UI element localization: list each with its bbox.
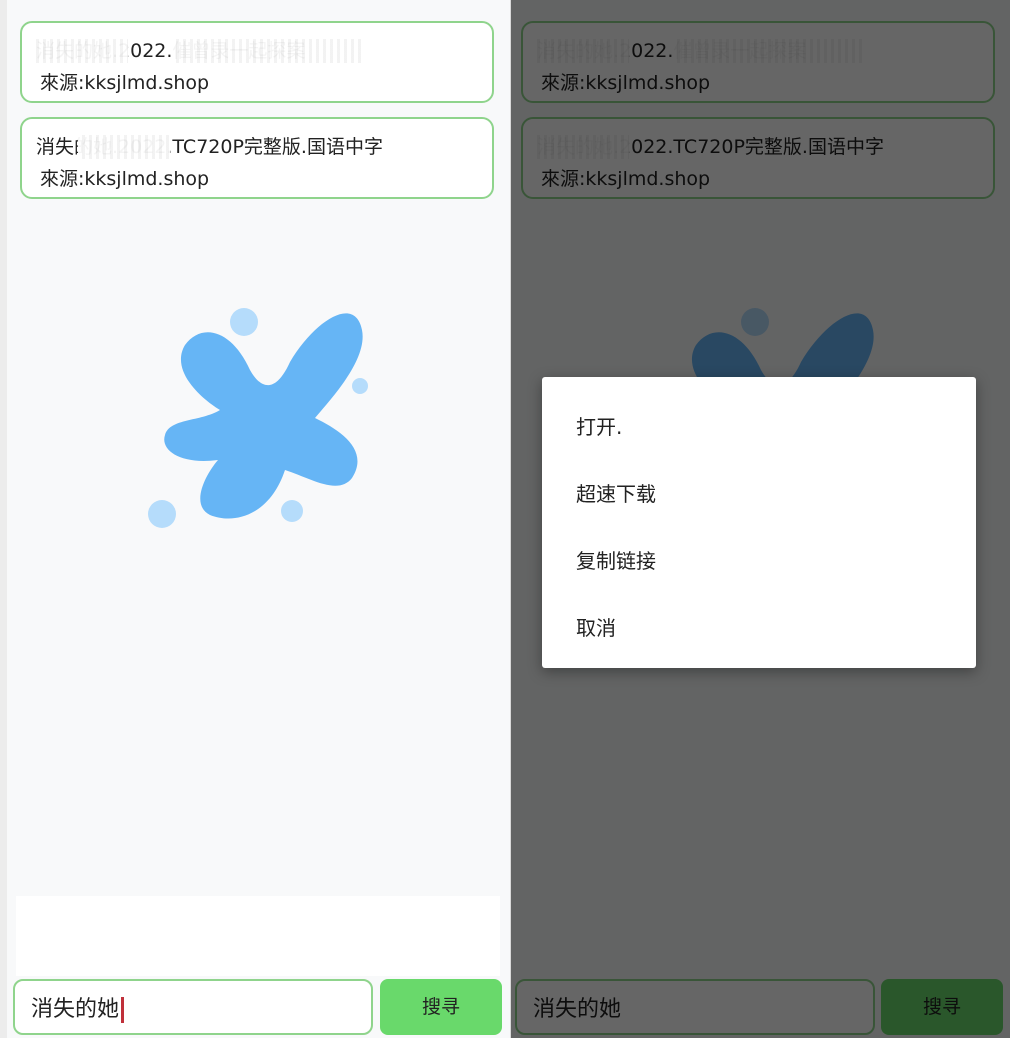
left-screen: 消失的她.2022.催曾录一起探案 來源:kksjlmd.shop 消失的她.2… [0, 0, 510, 1038]
menu-item-cancel[interactable]: 取消 [576, 612, 616, 641]
search-button[interactable]: 搜寻 [380, 979, 502, 1035]
search-input[interactable]: 消失的她 [13, 979, 373, 1035]
redaction-mask [32, 39, 128, 63]
context-menu: 打开. 超速下载 复制链接 取消 [542, 377, 976, 668]
splash-logo-icon [148, 308, 368, 528]
menu-item-fast-download[interactable]: 超速下载 [576, 478, 656, 507]
search-input-value: 消失的她 [31, 997, 120, 1022]
menu-item-copy-link[interactable]: 复制链接 [576, 545, 656, 574]
result-card-1[interactable]: 消失的她.2022.催曾录一起探案 來源:kksjlmd.shop [20, 21, 494, 103]
result-source: 來源:kksjlmd.shop [40, 168, 210, 190]
screen-edge [0, 0, 7, 1038]
right-screen: 消失的她.2022.催曾录一起探案 來源:kksjlmd.shop 消失的她.2… [511, 0, 1010, 1038]
redaction-mask [78, 135, 170, 159]
menu-item-open[interactable]: 打开. [576, 411, 622, 440]
result-card-2[interactable]: 消失的她.2022.TC720P完整版.国语中字 來源:kksjlmd.shop [20, 117, 494, 199]
redaction-mask [172, 39, 362, 63]
bottom-area [16, 896, 500, 976]
result-source: 來源:kksjlmd.shop [40, 72, 210, 94]
text-caret [121, 997, 125, 1023]
